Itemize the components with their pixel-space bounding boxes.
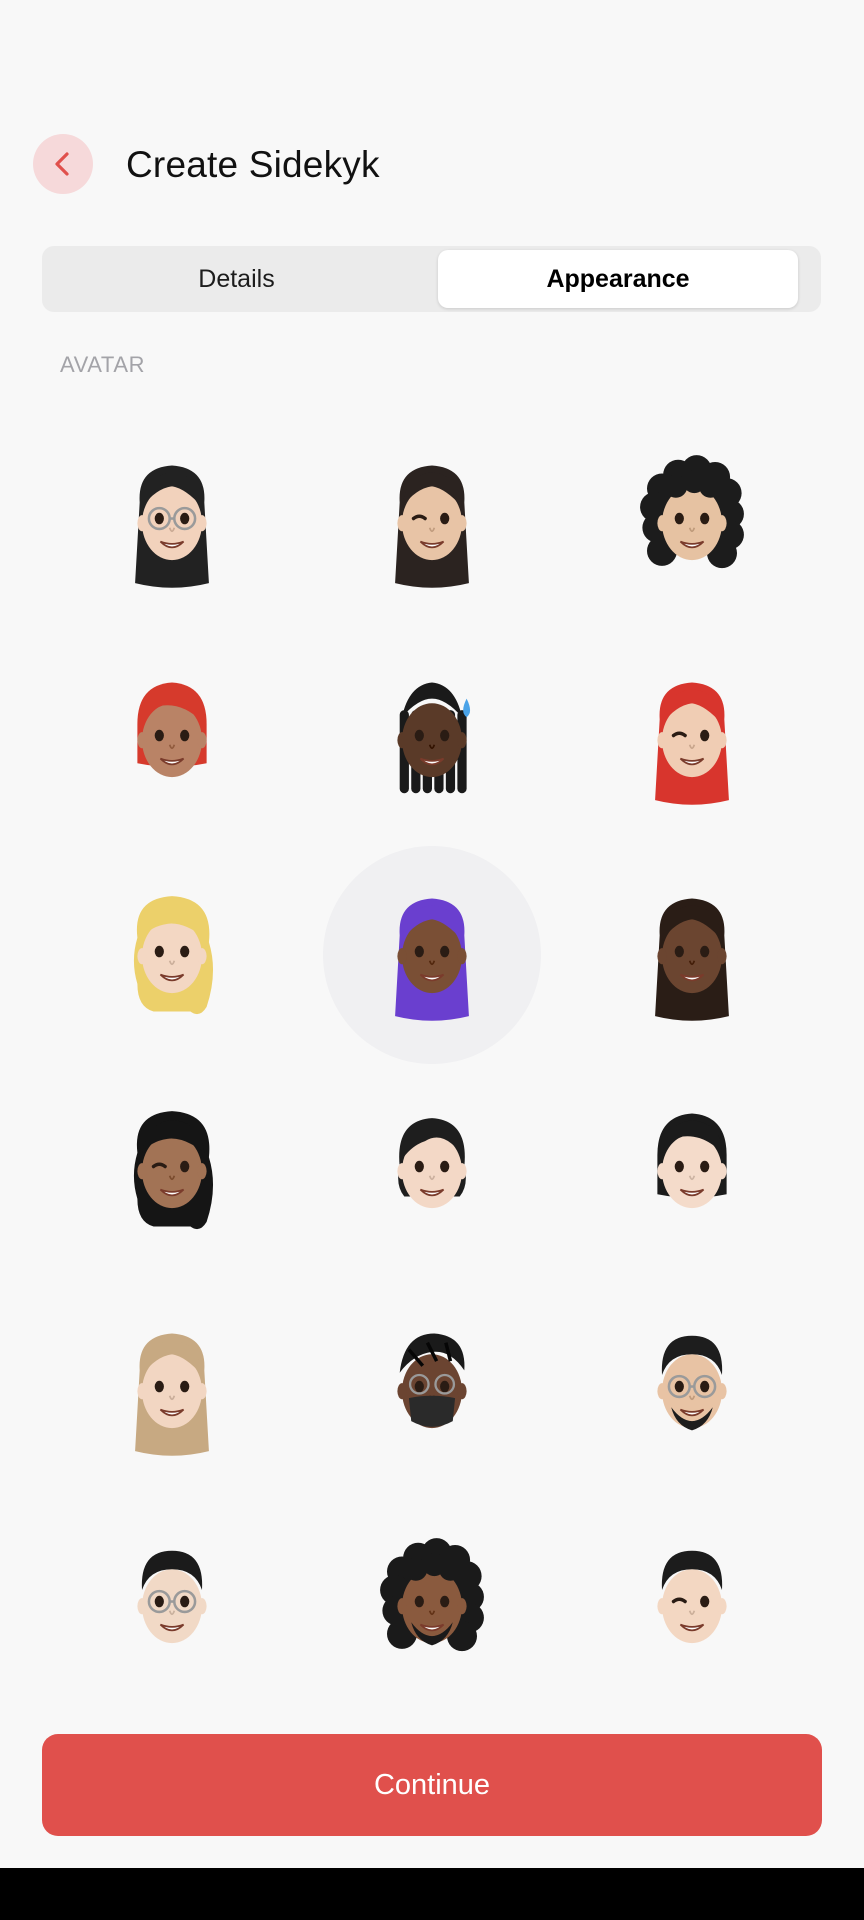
page-title: Create Sidekyk — [126, 144, 380, 185]
avatar-2[interactable] — [323, 413, 541, 631]
tab-appearance[interactable]: Appearance — [438, 250, 798, 308]
avatar-11[interactable] — [323, 1061, 541, 1279]
avatar-6[interactable] — [583, 630, 801, 848]
avatar-4[interactable] — [63, 630, 281, 848]
memoji-face-icon — [395, 465, 469, 588]
memoji-face-icon — [133, 1111, 214, 1230]
continue-button[interactable]: Continue — [42, 1734, 822, 1836]
create-sidekyk-screen: Create Sidekyk Details Appearance AVATAR… — [0, 0, 864, 1920]
memoji-face-icon — [655, 898, 729, 1021]
memoji-face-icon — [397, 682, 471, 794]
avatar-9[interactable] — [583, 846, 801, 1064]
memoji-face-icon — [380, 1538, 484, 1652]
memoji-face-icon — [395, 898, 469, 1021]
avatar-18[interactable] — [583, 1496, 801, 1714]
avatar-3[interactable] — [583, 413, 801, 631]
memoji-face-icon — [655, 682, 729, 805]
system-navigation-bar — [0, 1868, 864, 1920]
tab-bar: Details Appearance — [42, 246, 821, 312]
section-label-avatar: AVATAR — [60, 352, 146, 377]
avatar-10[interactable] — [63, 1061, 281, 1279]
memoji-face-icon — [640, 455, 744, 569]
avatar-14[interactable] — [323, 1281, 541, 1499]
tab-details[interactable]: Details — [46, 250, 427, 308]
memoji-face-icon — [133, 896, 214, 1015]
avatar-17[interactable] — [323, 1496, 541, 1714]
avatar-13[interactable] — [63, 1281, 281, 1499]
avatar-12[interactable] — [583, 1061, 801, 1279]
chevron-left-icon — [55, 152, 69, 176]
memoji-face-icon — [397, 1333, 467, 1429]
avatar-7[interactable] — [63, 846, 281, 1064]
memoji-face-icon — [135, 465, 209, 588]
avatar-8[interactable] — [323, 846, 541, 1064]
avatar-5[interactable] — [323, 630, 541, 848]
memoji-face-icon — [657, 1113, 727, 1209]
memoji-face-icon — [137, 682, 207, 778]
avatar-1[interactable] — [63, 413, 281, 631]
avatar-15[interactable] — [583, 1281, 801, 1499]
memoji-face-icon — [137, 1550, 207, 1644]
memoji-face-icon — [135, 1333, 209, 1456]
memoji-face-icon — [657, 1550, 727, 1644]
avatar-16[interactable] — [63, 1496, 281, 1714]
back-button[interactable] — [33, 134, 93, 194]
memoji-face-icon — [397, 1118, 467, 1209]
memoji-face-icon — [657, 1335, 727, 1431]
